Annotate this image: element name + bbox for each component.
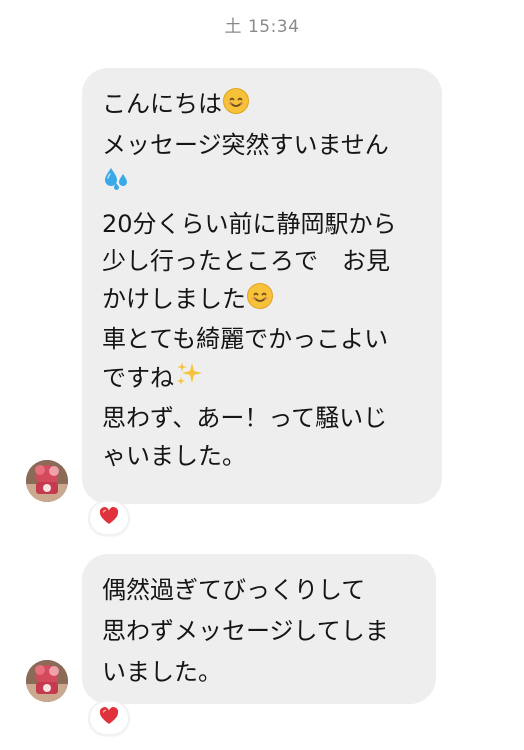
smile-emoji-icon: [246, 282, 274, 322]
heart-emoji-icon: [99, 507, 119, 529]
message-line: メッセージ突然すいません: [102, 130, 389, 159]
message-line: 少し行ったところで お見: [102, 247, 390, 275]
heart-emoji-icon: [99, 707, 119, 729]
message-line: 20分くらい前に静岡駅から: [102, 209, 397, 238]
message-bubble[interactable]: こんにちは メッセージ突然すいません 20分くらい前に静岡駅から 少し行ったとこ…: [82, 68, 442, 504]
message-bubble[interactable]: 偶然過ぎてびっくりして 思わずメッセージしてしま いました。: [82, 554, 436, 704]
heart-reaction[interactable]: [90, 502, 128, 534]
message-line: かけしました: [102, 281, 422, 322]
message-line: ゃいました。: [102, 441, 246, 470]
message-line: 思わずメッセージしてしま: [102, 617, 389, 645]
sparkles-emoji-icon: [174, 359, 204, 401]
message-line: いました。: [102, 658, 222, 686]
message-line: 車とても綺麗でかっこよい: [102, 325, 389, 353]
smile-emoji-icon: [222, 87, 250, 127]
sweat-drops-emoji-icon: [102, 164, 132, 206]
conversation-timestamp: 土 15:34: [224, 17, 300, 37]
message-line: 思わず、あー！って騒いじ: [102, 404, 388, 432]
sender-avatar[interactable]: [26, 660, 68, 702]
message-line: 偶然過ぎてびっくりして: [102, 576, 366, 604]
message-line: [102, 164, 422, 206]
sender-avatar[interactable]: [26, 460, 68, 502]
message-line: こんにちは: [102, 86, 422, 127]
heart-reaction[interactable]: [90, 702, 128, 734]
message-line: ですね: [102, 359, 422, 401]
